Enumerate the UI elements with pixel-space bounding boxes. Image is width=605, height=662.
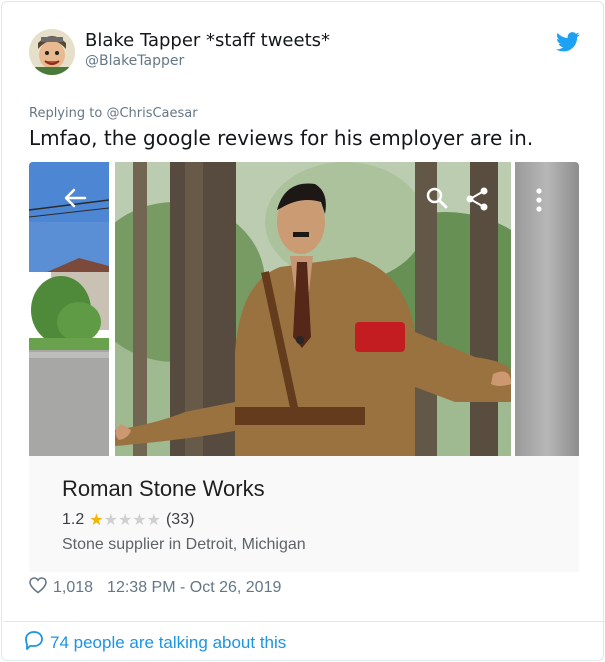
share-icon[interactable]: [464, 186, 490, 216]
heart-icon[interactable]: [29, 577, 47, 599]
more-vert-icon[interactable]: [535, 188, 543, 216]
photo-street[interactable]: [29, 162, 109, 456]
business-category: Stone supplier in Detroit, Michigan: [62, 536, 306, 553]
twitter-bird-icon[interactable]: [556, 32, 580, 52]
tweet-card: Blake Tapper *staff tweets* @BlakeTapper…: [1, 1, 605, 661]
rating-row[interactable]: 1.2 ★ ★ ★ ★ ★ (33): [62, 510, 194, 530]
star-icon: ★: [132, 512, 147, 529]
display-name[interactable]: Blake Tapper *staff tweets*: [85, 30, 330, 51]
talking-text[interactable]: 74 people are talking about this: [50, 633, 286, 653]
star-icon: ★: [103, 512, 118, 529]
replying-prefix: Replying to: [29, 106, 103, 121]
star-icon: ★: [117, 512, 133, 529]
tweet-text: Lmfao, the google reviews for his employ…: [29, 126, 534, 150]
user-handle[interactable]: @BlakeTapper: [85, 53, 184, 69]
photo-stone[interactable]: [515, 162, 579, 456]
star-icon: ★: [146, 512, 161, 529]
rating-value: 1.2: [62, 511, 85, 528]
back-arrow-icon[interactable]: [63, 188, 87, 212]
search-icon[interactable]: [425, 186, 449, 214]
photo-business[interactable]: [115, 162, 511, 456]
replying-to-link[interactable]: @ChrisCaesar: [106, 106, 197, 121]
rating-stars: ★ ★ ★ ★ ★: [89, 510, 161, 530]
business-info[interactable]: Roman Stone Works 1.2 ★ ★ ★ ★ ★ (33) Sto…: [29, 456, 579, 572]
tweet-meta: 1,018 12:38 PM - Oct 26, 2019: [29, 576, 281, 600]
business-name[interactable]: Roman Stone Works: [62, 476, 265, 502]
review-count[interactable]: (33): [166, 511, 194, 529]
place-photo-gallery[interactable]: [29, 162, 579, 456]
divider: [3, 621, 605, 622]
timestamp[interactable]: 12:38 PM - Oct 26, 2019: [107, 579, 281, 597]
talking-link[interactable]: 74 people are talking about this: [24, 630, 286, 655]
star-icon: ★: [89, 512, 104, 529]
avatar[interactable]: [29, 29, 75, 75]
like-count[interactable]: 1,018: [53, 579, 93, 597]
replying-to: Replying to @ChrisCaesar: [29, 106, 198, 121]
comment-bubble-icon: [24, 630, 44, 655]
